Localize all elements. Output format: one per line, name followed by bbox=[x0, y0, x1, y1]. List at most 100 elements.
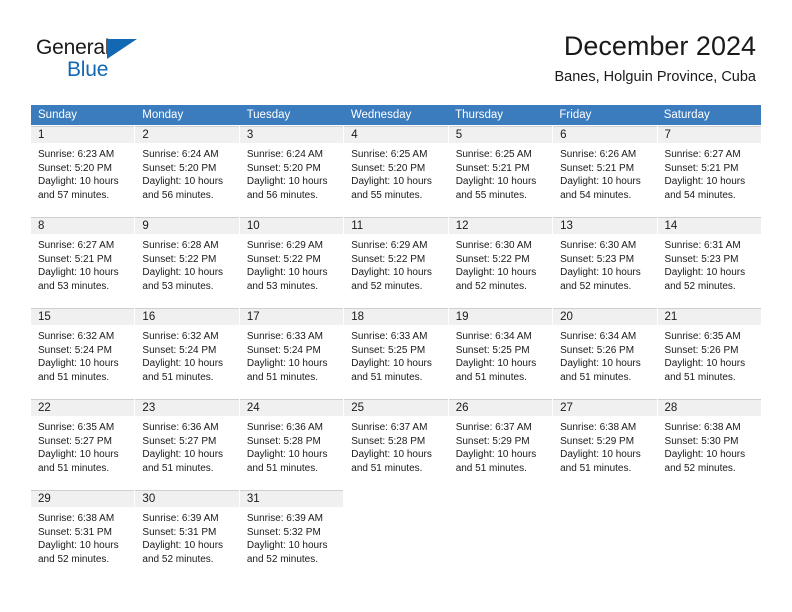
day-cell[interactable]: 31 Sunrise: 6:39 AM Sunset: 5:32 PM Dayl… bbox=[239, 490, 345, 582]
daylight-text-line1: Daylight: 10 hours bbox=[560, 449, 641, 461]
day-number: 30 bbox=[142, 493, 156, 505]
day-number-bar bbox=[449, 490, 552, 507]
sunset-text: Sunset: 5:22 PM bbox=[246, 253, 321, 265]
day-details: Sunrise: 6:32 AM Sunset: 5:24 PM Dayligh… bbox=[31, 325, 134, 384]
day-cell[interactable]: 6 Sunrise: 6:26 AM Sunset: 5:21 PM Dayli… bbox=[553, 126, 658, 216]
day-cell[interactable]: 27 Sunrise: 6:38 AM Sunset: 5:29 PM Dayl… bbox=[553, 399, 658, 489]
daylight-text-line1: Daylight: 10 hours bbox=[664, 449, 746, 461]
sunset-text: Sunset: 5:26 PM bbox=[560, 344, 635, 356]
title-block: December 2024 Banes, Holguin Province, C… bbox=[554, 30, 756, 87]
day-number-bar: 3 bbox=[239, 126, 344, 143]
daylight-text-line2: and 53 minutes. bbox=[38, 280, 110, 292]
day-cell[interactable]: 18 Sunrise: 6:33 AM Sunset: 5:25 PM Dayl… bbox=[344, 308, 449, 398]
daylight-text-line1: Daylight: 10 hours bbox=[455, 267, 537, 279]
day-cell[interactable]: 22 Sunrise: 6:35 AM Sunset: 5:27 PM Dayl… bbox=[31, 399, 136, 489]
sunset-text: Sunset: 5:25 PM bbox=[351, 344, 426, 356]
day-cell[interactable]: 10 Sunrise: 6:29 AM Sunset: 5:22 PM Dayl… bbox=[239, 217, 345, 307]
daylight-text-line2: and 53 minutes. bbox=[142, 280, 214, 292]
day-cell[interactable]: 19 Sunrise: 6:34 AM Sunset: 5:25 PM Dayl… bbox=[448, 308, 554, 398]
daylight-text-line2: and 51 minutes. bbox=[455, 371, 527, 383]
day-cell-empty bbox=[344, 490, 449, 582]
day-number: 12 bbox=[455, 220, 469, 232]
day-cell[interactable]: 16 Sunrise: 6:32 AM Sunset: 5:24 PM Dayl… bbox=[135, 308, 240, 398]
day-cell[interactable]: 3 Sunrise: 6:24 AM Sunset: 5:20 PM Dayli… bbox=[239, 126, 345, 216]
daylight-text-line1: Daylight: 10 hours bbox=[38, 267, 119, 279]
day-number-bar bbox=[344, 490, 447, 507]
sunrise-text: Sunrise: 6:32 AM bbox=[38, 331, 115, 342]
day-cell[interactable]: 23 Sunrise: 6:36 AM Sunset: 5:27 PM Dayl… bbox=[135, 399, 240, 489]
daylight-text-line1: Daylight: 10 hours bbox=[560, 267, 641, 279]
day-number: 9 bbox=[142, 220, 149, 232]
day-cell[interactable]: 20 Sunrise: 6:34 AM Sunset: 5:26 PM Dayl… bbox=[553, 308, 658, 398]
day-cell-empty bbox=[553, 490, 658, 582]
day-cell[interactable]: 14 Sunrise: 6:31 AM Sunset: 5:23 PM Dayl… bbox=[657, 217, 761, 307]
day-details: Sunrise: 6:29 AM Sunset: 5:22 PM Dayligh… bbox=[240, 234, 343, 293]
day-details: Sunrise: 6:34 AM Sunset: 5:26 PM Dayligh… bbox=[553, 325, 656, 384]
sunset-text: Sunset: 5:25 PM bbox=[455, 344, 530, 356]
day-cell[interactable]: 15 Sunrise: 6:32 AM Sunset: 5:24 PM Dayl… bbox=[31, 308, 136, 398]
day-cell-empty bbox=[657, 490, 761, 582]
day-cell[interactable]: 26 Sunrise: 6:37 AM Sunset: 5:29 PM Dayl… bbox=[448, 399, 554, 489]
day-cell[interactable]: 28 Sunrise: 6:38 AM Sunset: 5:30 PM Dayl… bbox=[657, 399, 761, 489]
page-subtitle: Banes, Holguin Province, Cuba bbox=[554, 69, 756, 85]
weekday-header-saturday: Saturday bbox=[663, 109, 710, 121]
daylight-text-line1: Daylight: 10 hours bbox=[664, 267, 746, 279]
day-cell[interactable]: 5 Sunrise: 6:25 AM Sunset: 5:21 PM Dayli… bbox=[448, 126, 554, 216]
day-number-bar: 10 bbox=[239, 217, 344, 234]
day-cell[interactable]: 21 Sunrise: 6:35 AM Sunset: 5:26 PM Dayl… bbox=[657, 308, 761, 398]
daylight-text-line1: Daylight: 10 hours bbox=[560, 358, 641, 370]
day-cell[interactable]: 30 Sunrise: 6:39 AM Sunset: 5:31 PM Dayl… bbox=[135, 490, 240, 582]
day-number-bar: 27 bbox=[553, 399, 657, 416]
day-number: 13 bbox=[560, 220, 573, 232]
daylight-text-line1: Daylight: 10 hours bbox=[38, 540, 119, 552]
sunrise-text: Sunrise: 6:27 AM bbox=[38, 240, 115, 251]
daylight-text-line1: Daylight: 10 hours bbox=[38, 449, 119, 461]
daylight-text-line1: Daylight: 10 hours bbox=[38, 176, 119, 188]
sunrise-text: Sunrise: 6:31 AM bbox=[664, 240, 741, 251]
day-cell[interactable]: 8 Sunrise: 6:27 AM Sunset: 5:21 PM Dayli… bbox=[31, 217, 136, 307]
day-cell-empty bbox=[448, 490, 554, 582]
daylight-text-line1: Daylight: 10 hours bbox=[246, 540, 328, 552]
day-cell[interactable]: 17 Sunrise: 6:33 AM Sunset: 5:24 PM Dayl… bbox=[239, 308, 345, 398]
day-number-bar: 16 bbox=[135, 308, 239, 325]
day-details: Sunrise: 6:38 AM Sunset: 5:29 PM Dayligh… bbox=[553, 416, 656, 475]
weekday-header-tuesday: Tuesday bbox=[246, 109, 291, 121]
day-cell[interactable]: 9 Sunrise: 6:28 AM Sunset: 5:22 PM Dayli… bbox=[135, 217, 240, 307]
day-details: Sunrise: 6:24 AM Sunset: 5:20 PM Dayligh… bbox=[240, 143, 343, 202]
day-details: Sunrise: 6:25 AM Sunset: 5:21 PM Dayligh… bbox=[449, 143, 552, 202]
calendar-week-row: 1 Sunrise: 6:23 AM Sunset: 5:20 PM Dayli… bbox=[31, 125, 761, 216]
sunset-text: Sunset: 5:20 PM bbox=[351, 162, 426, 174]
day-details: Sunrise: 6:25 AM Sunset: 5:20 PM Dayligh… bbox=[344, 143, 447, 202]
day-number-bar: 21 bbox=[657, 308, 761, 325]
sunset-text: Sunset: 5:27 PM bbox=[142, 435, 217, 447]
day-number: 21 bbox=[664, 311, 678, 323]
day-details: Sunrise: 6:35 AM Sunset: 5:26 PM Dayligh… bbox=[658, 325, 761, 384]
daylight-text-line2: and 51 minutes. bbox=[664, 371, 736, 383]
day-cell[interactable]: 13 Sunrise: 6:30 AM Sunset: 5:23 PM Dayl… bbox=[553, 217, 658, 307]
sunrise-text: Sunrise: 6:23 AM bbox=[38, 149, 115, 160]
day-number: 29 bbox=[38, 493, 51, 505]
day-cell[interactable]: 2 Sunrise: 6:24 AM Sunset: 5:20 PM Dayli… bbox=[135, 126, 240, 216]
day-cell[interactable]: 1 Sunrise: 6:23 AM Sunset: 5:20 PM Dayli… bbox=[31, 126, 136, 216]
day-cell[interactable]: 24 Sunrise: 6:36 AM Sunset: 5:28 PM Dayl… bbox=[239, 399, 345, 489]
weekday-header-monday: Monday bbox=[142, 109, 184, 121]
day-details: Sunrise: 6:34 AM Sunset: 5:25 PM Dayligh… bbox=[449, 325, 552, 384]
day-number-bar: 23 bbox=[135, 399, 239, 416]
day-cell[interactable]: 4 Sunrise: 6:25 AM Sunset: 5:20 PM Dayli… bbox=[344, 126, 449, 216]
day-number: 28 bbox=[664, 402, 678, 414]
calendar-week-row: 8 Sunrise: 6:27 AM Sunset: 5:21 PM Dayli… bbox=[31, 216, 761, 307]
day-cell[interactable]: 29 Sunrise: 6:38 AM Sunset: 5:31 PM Dayl… bbox=[31, 490, 136, 582]
day-cell[interactable]: 7 Sunrise: 6:27 AM Sunset: 5:21 PM Dayli… bbox=[657, 126, 761, 216]
sunset-text: Sunset: 5:20 PM bbox=[246, 162, 321, 174]
day-number: 6 bbox=[560, 129, 567, 141]
sunrise-text: Sunrise: 6:38 AM bbox=[560, 422, 637, 433]
day-number: 4 bbox=[351, 129, 358, 141]
day-details: Sunrise: 6:26 AM Sunset: 5:21 PM Dayligh… bbox=[553, 143, 656, 202]
day-cell[interactable]: 11 Sunrise: 6:29 AM Sunset: 5:22 PM Dayl… bbox=[344, 217, 449, 307]
day-cell[interactable]: 25 Sunrise: 6:37 AM Sunset: 5:28 PM Dayl… bbox=[344, 399, 449, 489]
day-number-bar: 17 bbox=[239, 308, 344, 325]
day-cell[interactable]: 12 Sunrise: 6:30 AM Sunset: 5:22 PM Dayl… bbox=[448, 217, 554, 307]
day-number: 25 bbox=[351, 402, 365, 414]
day-number: 7 bbox=[664, 129, 671, 141]
sunrise-text: Sunrise: 6:27 AM bbox=[664, 149, 741, 160]
